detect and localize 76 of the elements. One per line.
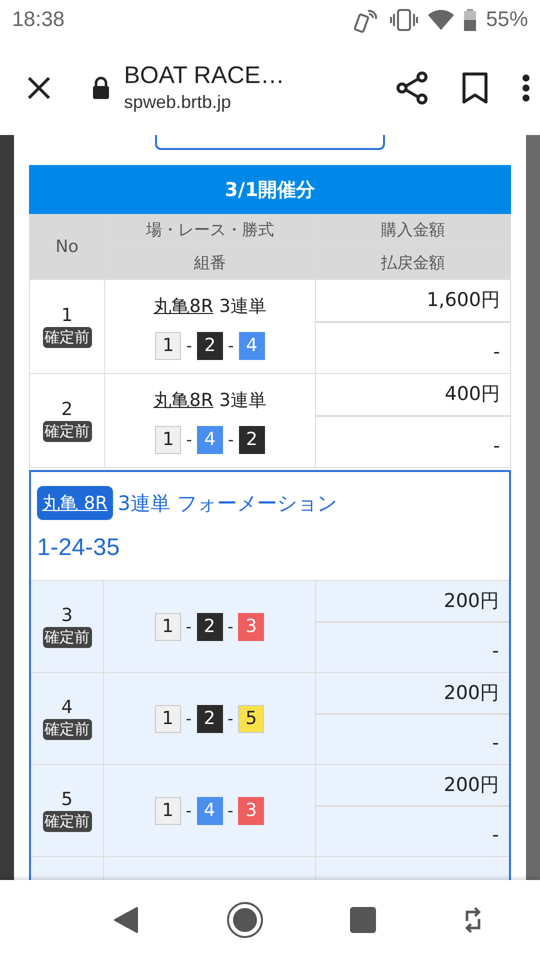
dash: -	[228, 336, 234, 355]
bet-number: 1	[61, 305, 73, 326]
payout-amount: -	[493, 435, 500, 457]
payout-amount: -	[492, 824, 499, 846]
boat-number: 4	[197, 426, 223, 454]
bet-number: 4	[61, 697, 73, 718]
dash: -	[186, 617, 192, 636]
bet-number: 2	[61, 399, 73, 420]
dash: -	[186, 801, 192, 820]
purchase-amount: 200円	[444, 588, 499, 614]
dash: -	[228, 617, 234, 636]
payout-amount: -	[492, 640, 499, 662]
boat-number: 2	[238, 426, 265, 454]
formation-combination: 1-24-35	[37, 534, 121, 562]
boat-number: 2	[197, 332, 223, 360]
bet-number: 3	[61, 605, 73, 626]
boat-number: 2	[196, 612, 222, 640]
close-icon[interactable]	[26, 74, 52, 100]
race-badge-link[interactable]: 丸亀 8R	[37, 486, 113, 520]
boat-number: 3	[238, 796, 264, 824]
boat-number: 5	[238, 704, 264, 732]
boat-number: 1	[154, 612, 181, 640]
boat-number: 1	[155, 332, 182, 360]
dash: -	[186, 430, 192, 449]
column-header: 場・レース・勝式	[105, 214, 315, 246]
boat-number: 4	[196, 796, 222, 824]
race-link[interactable]: 丸亀8R	[153, 390, 214, 410]
bet-number: 5	[61, 789, 73, 810]
dash: -	[186, 709, 192, 728]
rotate-icon[interactable]	[462, 905, 483, 935]
purchase-amount: 200円	[444, 772, 499, 798]
boat-number: 4	[238, 332, 265, 360]
lock-icon	[92, 76, 110, 100]
boat-number: 2	[196, 704, 222, 732]
date-header: 3/1開催分	[29, 165, 511, 214]
race-link[interactable]: 丸亀8R	[153, 296, 214, 316]
more-icon[interactable]	[522, 74, 530, 102]
bookmark-icon[interactable]	[462, 72, 488, 104]
status-badge: 確定前	[42, 811, 92, 832]
purchase-amount: 400円	[444, 382, 500, 408]
wifi-icon	[428, 9, 454, 31]
battery-level: 55%	[486, 8, 528, 32]
dash: -	[228, 801, 234, 820]
purchase-amount: 1,600円	[426, 288, 500, 314]
dash: -	[186, 336, 192, 355]
payout-amount: -	[493, 341, 500, 363]
vibrate-icon	[390, 8, 418, 32]
home-icon[interactable]	[226, 901, 264, 939]
bet-type: 3連単	[219, 296, 267, 316]
column-header: 購入金額	[316, 214, 510, 246]
boat-number: 1	[154, 796, 181, 824]
status-badge: 確定前	[42, 719, 92, 740]
battery-icon	[464, 9, 476, 31]
clock: 18:38	[12, 8, 66, 32]
boat-number: 3	[238, 612, 264, 640]
back-icon[interactable]	[113, 906, 140, 934]
outlined-button[interactable]	[155, 135, 385, 150]
status-badge: 確定前	[42, 327, 92, 348]
page-url: spweb.brtb.jp	[124, 92, 232, 113]
column-header: 払戻金額	[316, 247, 510, 279]
recents-icon[interactable]	[350, 907, 376, 933]
nfc-phone-icon	[354, 7, 380, 33]
formation-title: 3連単 フォーメーション	[118, 490, 337, 516]
column-header: 組番	[105, 247, 315, 279]
page-title: BOAT RACE…	[124, 62, 286, 90]
boat-number: 1	[155, 426, 182, 454]
purchase-amount: 200円	[444, 680, 499, 706]
status-badge: 確定前	[42, 627, 92, 648]
dash: -	[228, 709, 234, 728]
boat-number: 1	[154, 704, 181, 732]
status-badge: 確定前	[42, 421, 92, 442]
bet-type: 3連単	[219, 390, 267, 410]
share-icon[interactable]	[396, 70, 428, 104]
payout-amount: -	[492, 732, 499, 754]
dash: -	[228, 430, 234, 449]
column-header: No	[30, 214, 104, 279]
